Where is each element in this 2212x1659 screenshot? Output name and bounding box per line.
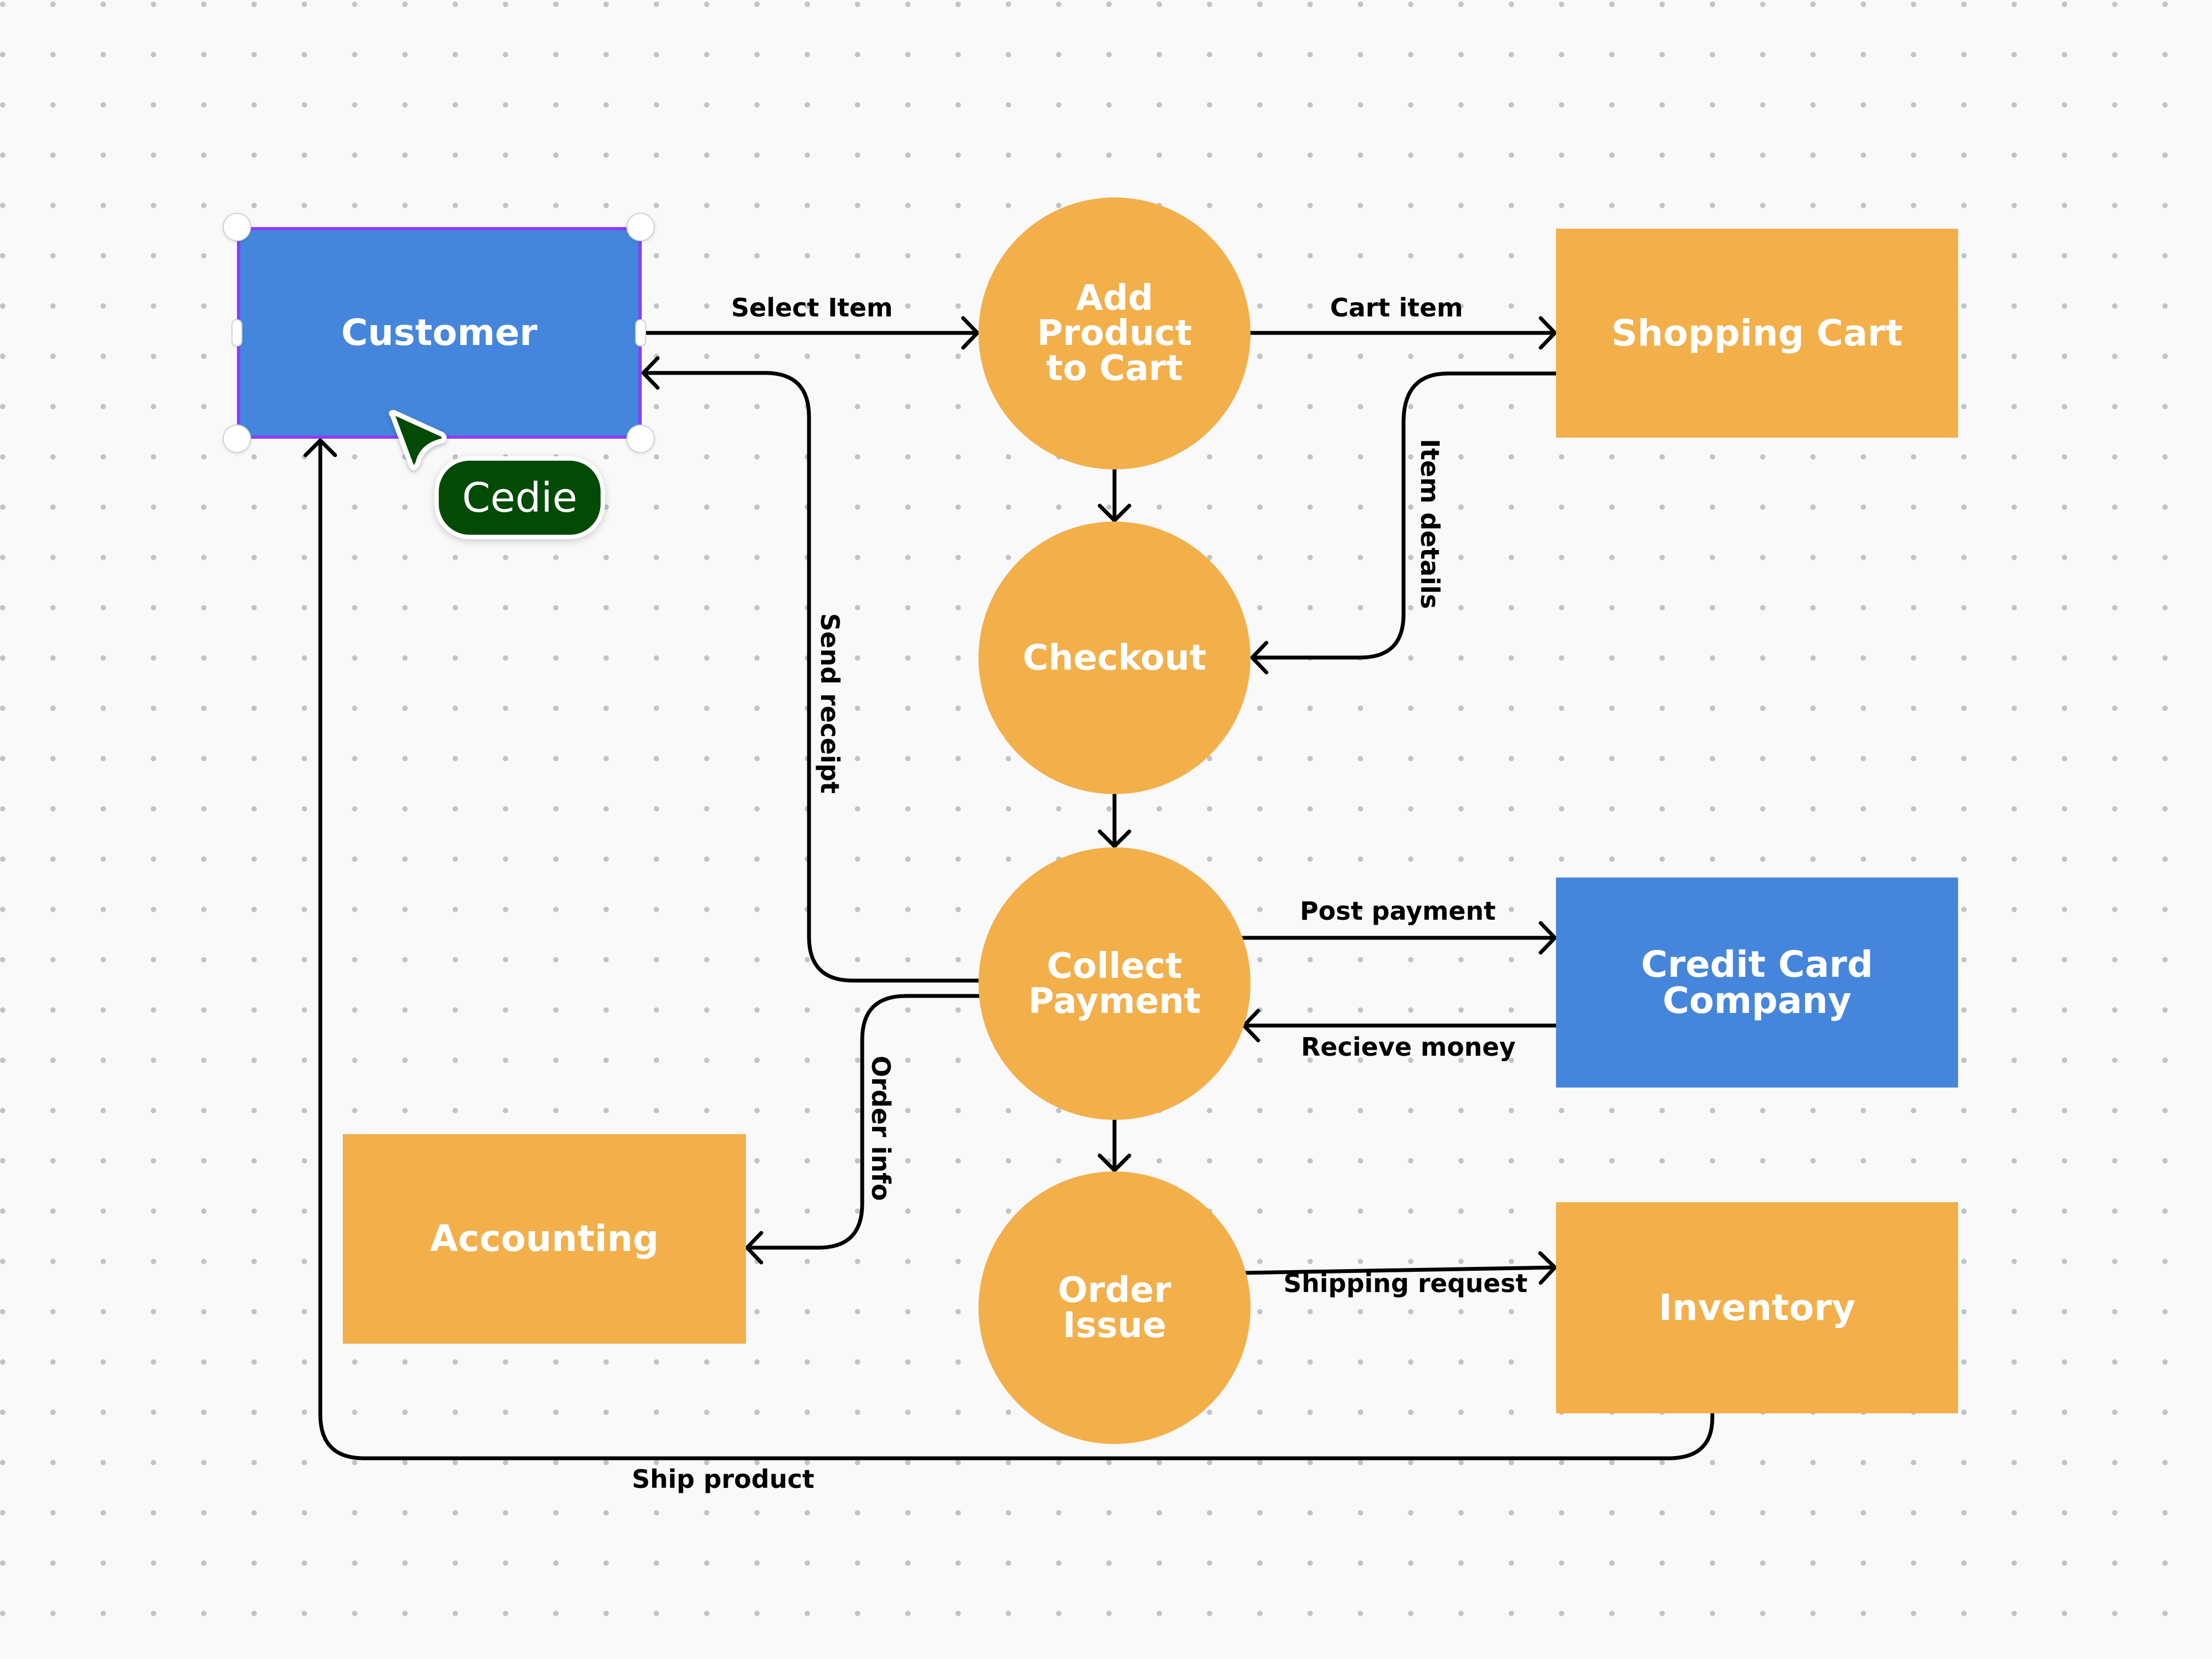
node-label: Order Issue	[1057, 1270, 1172, 1346]
resize-handle-right[interactable]	[636, 320, 645, 346]
node-label: Add Product to Cart	[1037, 278, 1192, 389]
flow-order-info[interactable]	[745, 994, 982, 1265]
entity-inventory[interactable]: Inventory	[1556, 1202, 1958, 1413]
flow-label-order-info: Order info	[866, 1056, 896, 1201]
flow-label-ship-product: Ship product	[632, 1464, 814, 1494]
flow-select-item[interactable]	[640, 316, 980, 350]
resize-handle-top-left[interactable]	[224, 214, 250, 240]
node-label: Accounting	[429, 1218, 659, 1260]
flow-label-shipping-request: Shipping request	[1283, 1269, 1528, 1298]
node-label: Customer	[341, 312, 538, 354]
entity-credit-card-company[interactable]: Credit Card Company	[1556, 877, 1958, 1088]
flow-label-item-details: Item details	[1415, 439, 1445, 609]
flow-label-select-item: Select Item	[731, 293, 893, 322]
entity-accounting[interactable]: Accounting	[343, 1134, 746, 1344]
flow-label-send-receipt: Send receipt	[815, 613, 845, 794]
node-label: Inventory	[1659, 1286, 1855, 1329]
flow-label-cart-item: Cart item	[1330, 293, 1463, 322]
resize-handle-left[interactable]	[233, 320, 241, 346]
collaborator-name-badge: Cedie	[434, 456, 605, 539]
process-order-issue[interactable]: Order Issue	[978, 1171, 1251, 1444]
resize-handle-bottom-right[interactable]	[627, 426, 654, 452]
flow-payment-to-order[interactable]	[1097, 1118, 1132, 1173]
node-label: Collect Payment	[1028, 945, 1201, 1022]
flow-label-post-payment: Post payment	[1300, 896, 1496, 926]
flow-send-receipt[interactable]	[641, 356, 982, 983]
flow-label-recieve-money: Recieve money	[1301, 1032, 1516, 1062]
collaborator-name: Cedie	[462, 474, 578, 522]
flow-add-to-checkout[interactable]	[1097, 467, 1132, 523]
resize-handle-bottom-left[interactable]	[224, 426, 250, 452]
flow-checkout-to-payment[interactable]	[1097, 792, 1132, 848]
node-label: Shopping Cart	[1611, 312, 1903, 354]
process-add-product-to-cart[interactable]: Add Product to Cart	[978, 197, 1251, 469]
node-label: Checkout	[1022, 637, 1207, 678]
entity-shopping-cart[interactable]: Shopping Cart	[1556, 229, 1958, 438]
flow-item-details[interactable]	[1250, 371, 1558, 675]
node-label: Credit Card Company	[1641, 943, 1873, 1022]
process-checkout[interactable]: Checkout	[978, 522, 1251, 794]
resize-handle-top-right[interactable]	[627, 214, 654, 240]
flow-cart-item[interactable]	[1248, 316, 1557, 350]
flow-post-payment[interactable]	[1241, 921, 1557, 955]
process-collect-payment[interactable]: Collect Payment	[978, 847, 1251, 1120]
